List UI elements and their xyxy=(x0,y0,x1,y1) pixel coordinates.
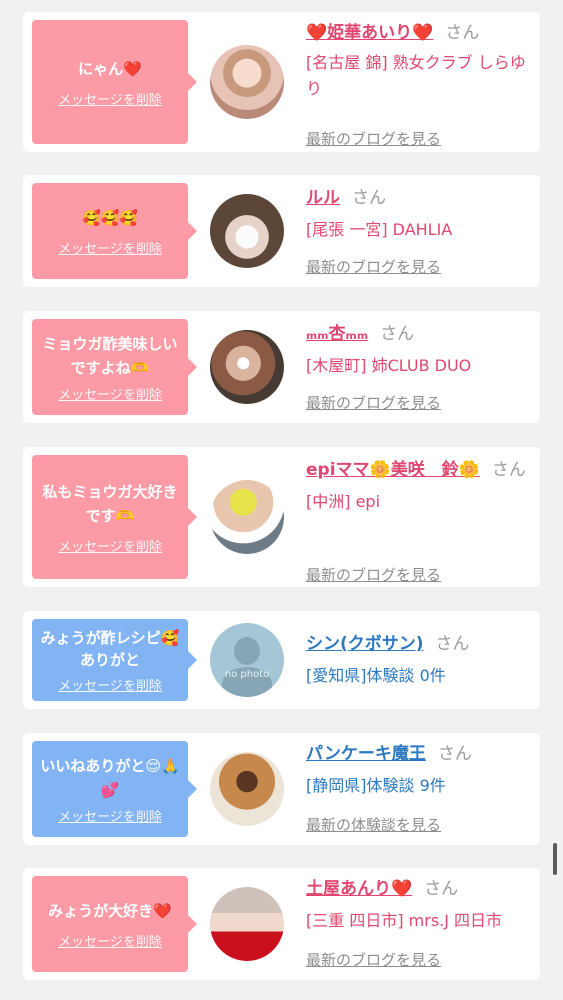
honorific: さん xyxy=(424,879,459,899)
message-card: みょうが酢レシピ🥰ありがと メッセージを削除 no photo シン(クボサン)… xyxy=(23,611,540,709)
message-card: 私もミョウガ大好きです🫶 メッセージを削除 epiママ🌼美咲 鈴🌼 さん [中洲]… xyxy=(23,447,540,587)
no-photo-silhouette-icon xyxy=(234,637,260,665)
sender-info: ルル さん [尾張 一宮] DAHLIA 最新のブログを見る xyxy=(306,185,534,281)
message-card: みょうが大好き❤️ メッセージを削除 土屋あんり❤️ さん [三重 四日市] mr… xyxy=(23,868,540,980)
message-bubble: みょうが大好き❤️ メッセージを削除 xyxy=(32,876,197,972)
avatar[interactable] xyxy=(210,480,284,554)
message-card: 🥰🥰🥰 メッセージを削除 ルル さん [尾張 一宮] DAHLIA 最新のブログを… xyxy=(23,175,540,287)
sender-name-link[interactable]: ルル xyxy=(306,188,340,208)
sender-name-link[interactable]: シン(クボサン) xyxy=(306,634,424,654)
avatar[interactable] xyxy=(210,887,284,961)
message-text: みょうが酢レシピ🥰ありがと xyxy=(40,628,180,669)
shop-label: [尾張 一宮] DAHLIA xyxy=(306,220,453,239)
sender-name-link[interactable]: ❤️姫華あいり❤️ xyxy=(306,23,433,43)
latest-blog-link[interactable]: 最新のブログを見る xyxy=(306,392,441,413)
message-bubble: 🥰🥰🥰 メッセージを削除 xyxy=(32,183,197,279)
message-bubble: にゃん❤️ メッセージを削除 xyxy=(32,20,197,144)
sender-info: 土屋あんり❤️ さん [三重 四日市] mrs.J 四日市 最新のブログを見る xyxy=(306,876,534,972)
latest-blog-link[interactable]: 最新のブログを見る xyxy=(306,949,441,970)
honorific: さん xyxy=(437,744,472,764)
message-card: ミョウガ酢美味しいですよね🫶 メッセージを削除 ₘₘ杏ₘₘ さん [木屋町] 姉C… xyxy=(23,311,540,423)
latest-experience-link[interactable]: 最新の体験談を見る xyxy=(306,814,441,835)
message-text: ミョウガ酢美味しいですよね🫶 xyxy=(42,334,178,377)
no-photo-caption: no photo xyxy=(224,669,270,680)
message-bubble: みょうが酢レシピ🥰ありがと メッセージを削除 xyxy=(32,619,197,701)
message-text: 🥰🥰🥰 xyxy=(81,208,139,227)
message-text: にゃん❤️ xyxy=(78,59,142,78)
latest-blog-link[interactable]: 最新のブログを見る xyxy=(306,256,441,277)
honorific: さん xyxy=(445,23,480,43)
delete-message-link[interactable]: メッセージを削除 xyxy=(58,675,162,694)
sender-info: シン(クボサン) さん [愛知県]体験談 0件 xyxy=(306,631,534,701)
shop-label: [三重 四日市] mrs.J 四日市 xyxy=(306,911,503,930)
honorific: さん xyxy=(435,634,470,654)
sender-info: ❤️姫華あいり❤️ さん [名古屋 錦] 熟女クラブ しらゆり 最新のブログを見る xyxy=(306,20,534,148)
shop-label: [木屋町] 姉CLUB DUO xyxy=(306,356,472,375)
honorific: さん xyxy=(491,460,526,480)
sender-info: パンケーキ魔王 さん [静岡県]体験談 9件 最新の体験談を見る xyxy=(306,741,534,837)
honorific: さん xyxy=(352,188,386,208)
shop-label: [愛知県]体験談 0件 xyxy=(306,666,446,685)
message-card: いいねありがと😌🙏💕 メッセージを削除 パンケーキ魔王 さん [静岡県]体験談 9… xyxy=(23,733,540,845)
delete-message-link[interactable]: メッセージを削除 xyxy=(58,806,162,825)
sender-name-link[interactable]: 土屋あんり❤️ xyxy=(306,879,412,899)
sender-info: ₘₘ杏ₘₘ さん [木屋町] 姉CLUB DUO 最新のブログを見る xyxy=(306,321,534,417)
message-text: みょうが大好き❤️ xyxy=(48,901,172,920)
shop-label: [静岡県]体験談 9件 xyxy=(306,776,446,795)
avatar[interactable]: no photo xyxy=(210,623,284,697)
honorific: さん xyxy=(380,324,415,344)
avatar[interactable] xyxy=(210,330,284,404)
message-bubble: 私もミョウガ大好きです🫶 メッセージを削除 xyxy=(32,455,197,579)
delete-message-link[interactable]: メッセージを削除 xyxy=(58,238,162,257)
delete-message-link[interactable]: メッセージを削除 xyxy=(58,931,162,950)
avatar[interactable] xyxy=(210,752,284,826)
avatar[interactable] xyxy=(210,45,284,119)
avatar[interactable] xyxy=(210,194,284,268)
message-text: 私もミョウガ大好きです🫶 xyxy=(42,482,178,525)
sender-name-link[interactable]: ₘₘ杏ₘₘ xyxy=(306,324,368,344)
sender-info: epiママ🌼美咲 鈴🌼 さん [中洲] epi 最新のブログを見る xyxy=(306,457,534,584)
message-bubble: いいねありがと😌🙏💕 メッセージを削除 xyxy=(32,741,197,837)
sender-name-link[interactable]: epiママ🌼美咲 鈴🌼 xyxy=(306,460,480,480)
shop-label: [中洲] epi xyxy=(306,492,381,511)
latest-blog-link[interactable]: 最新のブログを見る xyxy=(306,564,441,585)
sender-name-link[interactable]: パンケーキ魔王 xyxy=(306,744,426,764)
scrollbar[interactable] xyxy=(553,843,557,875)
message-bubble: ミョウガ酢美味しいですよね🫶 メッセージを削除 xyxy=(32,319,197,415)
delete-message-link[interactable]: メッセージを削除 xyxy=(58,89,162,108)
message-card: にゃん❤️ メッセージを削除 ❤️姫華あいり❤️ さん [名古屋 錦] 熟女クラブ… xyxy=(23,12,540,152)
message-text: いいねありがと😌🙏💕 xyxy=(40,756,180,799)
delete-message-link[interactable]: メッセージを削除 xyxy=(58,384,162,403)
shop-label: [名古屋 錦] 熟女クラブ しらゆり xyxy=(306,53,526,98)
latest-blog-link[interactable]: 最新のブログを見る xyxy=(306,128,441,149)
delete-message-link[interactable]: メッセージを削除 xyxy=(58,536,162,555)
